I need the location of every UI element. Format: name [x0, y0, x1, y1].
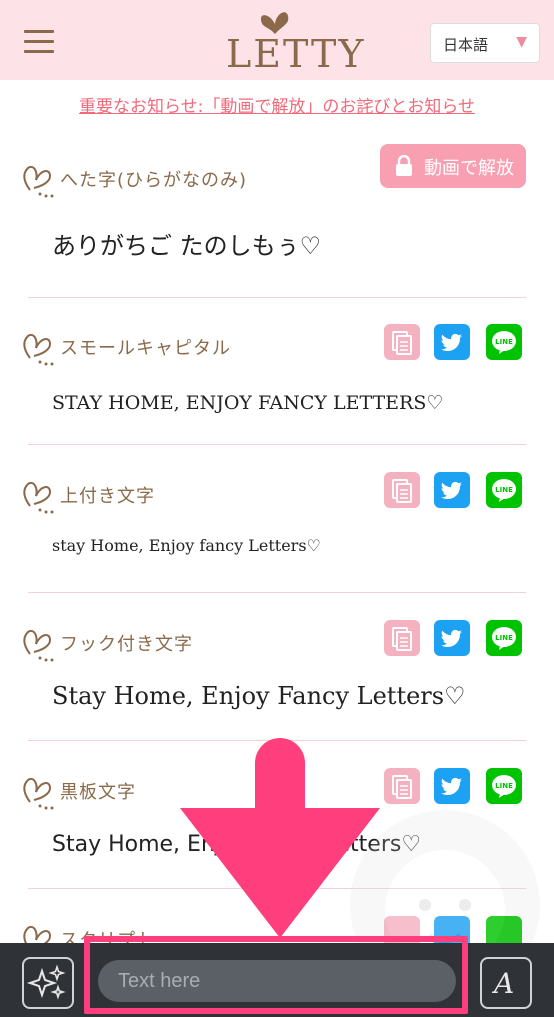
language-select-value: 日本語: [443, 36, 489, 54]
notice-link[interactable]: 重要なお知らせ:「動画で解放」のお詫びとお知らせ: [0, 92, 554, 117]
page: LETTY 日本語 ▼ 重要なお知らせ:「動画で解放」のお詫びとお知らせ へた字…: [0, 0, 554, 1017]
line-icon: LINE: [492, 479, 516, 502]
line-icon: LINE: [492, 331, 516, 354]
twitter-icon: [441, 481, 462, 500]
twitter-share-button[interactable]: [434, 324, 470, 360]
line-share-button[interactable]: LINE: [486, 324, 522, 360]
language-select[interactable]: 日本語 ▼: [430, 23, 540, 63]
font-select-button[interactable]: A: [480, 957, 532, 1009]
copy-icon: [392, 331, 412, 355]
font-style-item: スモールキャピタル LINE STAY HOME, ENJOY FANCY LE…: [23, 324, 526, 445]
copy-button[interactable]: [384, 768, 420, 804]
butterfly-icon: [23, 778, 54, 810]
divider: [28, 444, 526, 445]
font-glyph: A: [494, 967, 515, 1000]
twitter-share-button[interactable]: [434, 472, 470, 508]
twitter-share-button[interactable]: [434, 768, 470, 804]
line-share-button[interactable]: LINE: [486, 620, 522, 656]
font-style-item: 上付き文字 LINE stay Home, Enjoy fancy Letter…: [23, 472, 526, 593]
font-sample[interactable]: STAY HOME, ENJOY FANCY LETTERS♡: [52, 392, 443, 414]
line-icon: LINE: [492, 627, 516, 650]
copy-icon: [392, 775, 412, 799]
font-style-item: フック付き文字 LINE Stay Home, Enjoy Fancy Lett…: [23, 620, 526, 741]
share-actions: LINE: [384, 620, 522, 656]
butterfly-icon: [23, 630, 54, 662]
unlock-by-video-button[interactable]: 動画で解放: [380, 144, 526, 188]
line-icon-label: LINE: [495, 338, 513, 346]
share-actions: LINE: [384, 768, 522, 804]
chevron-down-icon: ▼: [516, 34, 527, 50]
copy-icon: [392, 627, 412, 651]
copy-icon: [392, 479, 412, 503]
twitter-icon: [441, 333, 462, 352]
sparkle-icon: [26, 964, 66, 1000]
header: LETTY 日本語 ▼: [0, 0, 554, 80]
copy-button[interactable]: [384, 620, 420, 656]
font-style-title: 上付き文字: [60, 486, 155, 507]
line-icon-label: LINE: [495, 782, 513, 790]
butterfly-icon: [23, 334, 54, 366]
font-style-title: スモールキャピタル: [60, 338, 231, 359]
logo[interactable]: LETTY: [220, 8, 363, 76]
line-icon-label: LINE: [495, 486, 513, 494]
twitter-share-button[interactable]: [434, 620, 470, 656]
copy-button[interactable]: [384, 324, 420, 360]
divider: [28, 592, 526, 593]
divider: [28, 297, 526, 298]
text-input[interactable]: [98, 960, 456, 1002]
line-icon-label: LINE: [495, 634, 513, 642]
font-sample[interactable]: Stay Home, Enjoy Fancy Letters♡: [52, 682, 466, 710]
butterfly-icon: [23, 482, 54, 514]
line-icon: LINE: [492, 775, 516, 798]
sparkle-button[interactable]: [22, 957, 74, 1009]
font-sample[interactable]: ありがちご たのしもぅ♡: [52, 226, 321, 261]
font-style-title: 黒板文字: [60, 782, 136, 803]
line-share-button[interactable]: LINE: [486, 768, 522, 804]
hamburger-menu-icon[interactable]: [24, 28, 54, 54]
font-style-item: へた字(ひらがなのみ) 動画で解放 ありがちご たのしもぅ♡: [23, 144, 526, 298]
font-style-title: フック付き文字: [60, 634, 193, 655]
twitter-icon: [441, 777, 462, 796]
butterfly-icon: [23, 166, 54, 198]
divider: [28, 740, 526, 741]
logo-text: LETTY: [226, 32, 366, 76]
bottom-input-bar: A: [0, 943, 554, 1017]
line-share-button[interactable]: LINE: [486, 472, 522, 508]
copy-button[interactable]: [384, 472, 420, 508]
share-actions: LINE: [384, 324, 522, 360]
font-style-title: へた字(ひらがなのみ): [60, 170, 248, 191]
lock-icon: [396, 155, 412, 176]
twitter-icon: [441, 629, 462, 648]
unlock-label: 動画で解放: [424, 158, 514, 179]
share-actions: LINE: [384, 472, 522, 508]
font-sample[interactable]: stay Home, Enjoy fancy Letters♡: [52, 536, 321, 555]
